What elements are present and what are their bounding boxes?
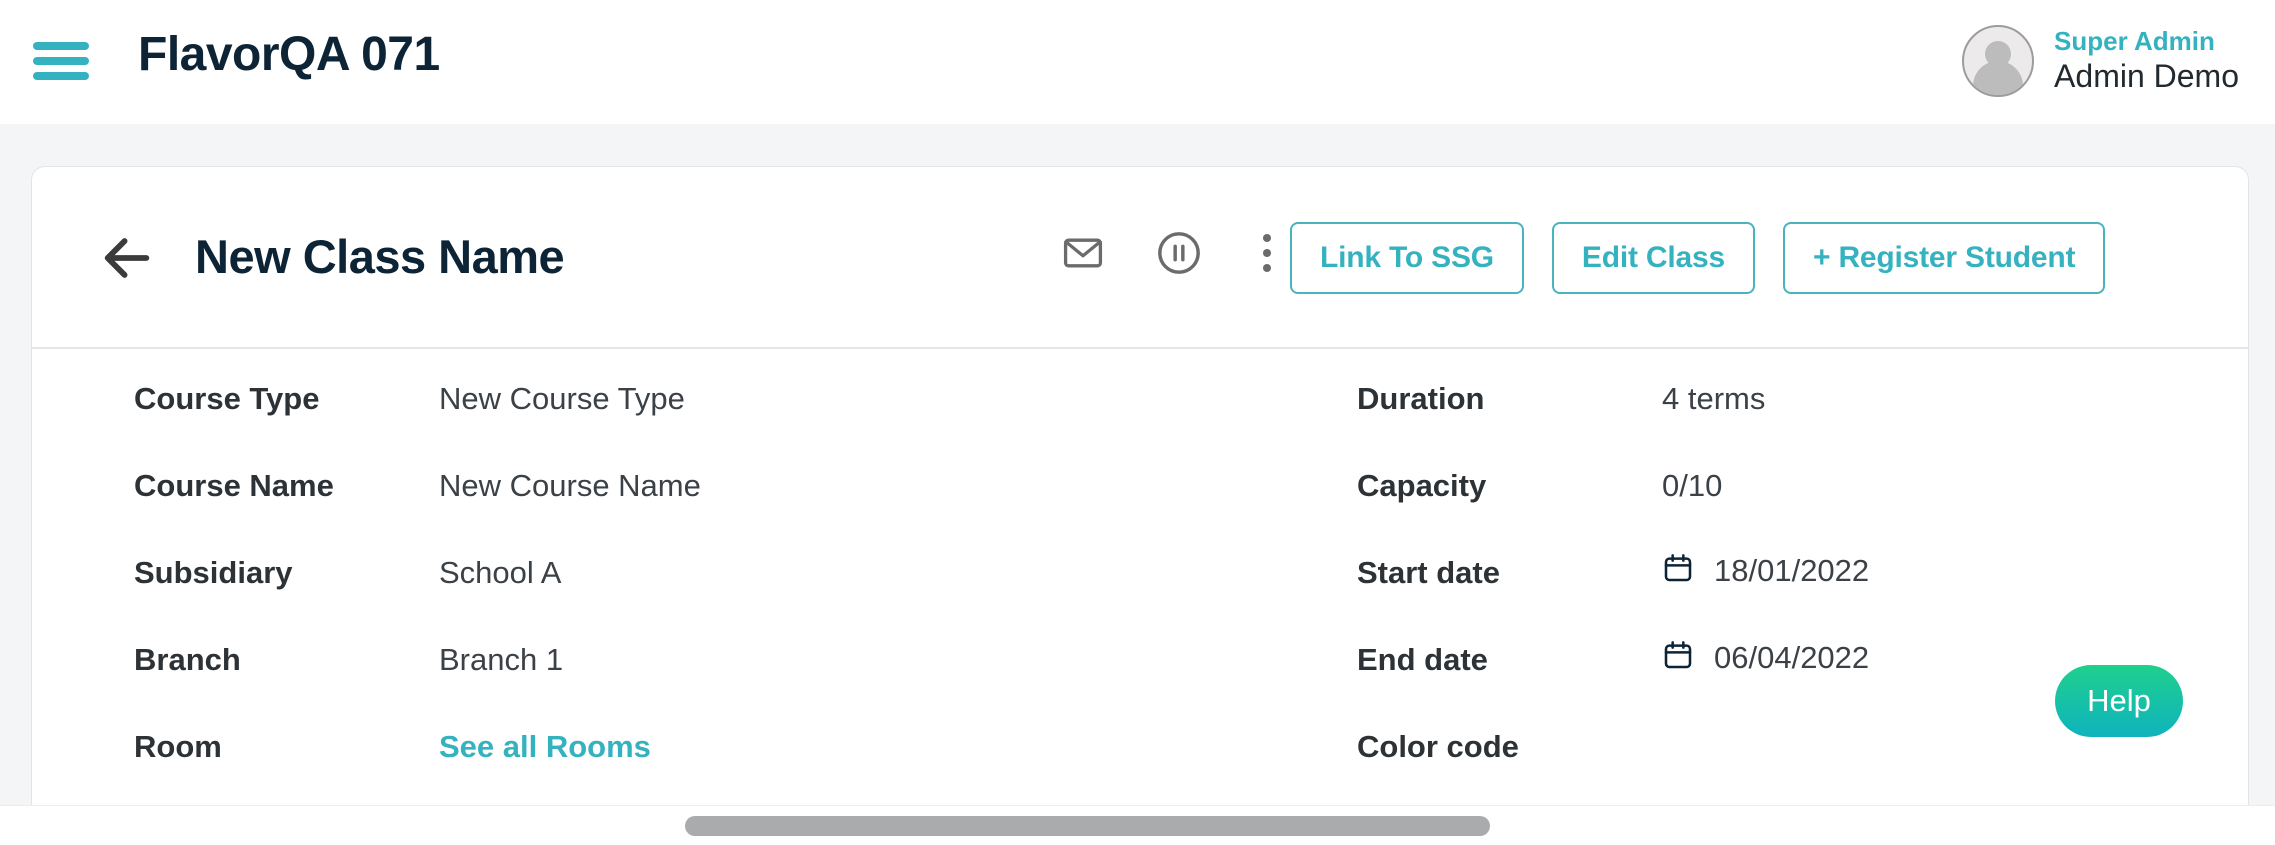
detail-value: 4 terms <box>1662 383 1765 414</box>
app-title: FlavorQA 071 <box>138 27 440 82</box>
link-to-ssg-button[interactable]: Link To SSG <box>1290 222 1524 294</box>
avatar-body <box>1973 61 2023 97</box>
detail-label: End date <box>1357 644 1662 675</box>
detail-value-group: 06/04/2022 <box>1662 638 1869 677</box>
detail-value: Branch 1 <box>439 644 563 675</box>
detail-label: Start date <box>1357 557 1662 588</box>
hamburger-bar-1 <box>33 42 89 50</box>
user-profile[interactable]: Super Admin Admin Demo <box>1962 25 2239 97</box>
see-all-rooms-link[interactable]: See all Rooms <box>439 731 651 762</box>
detail-label: Course Name <box>134 470 439 501</box>
calendar-icon <box>1662 551 1694 590</box>
detail-value: New Course Name <box>439 470 701 501</box>
horizontal-scrollbar-thumb[interactable] <box>685 816 1490 836</box>
card-icon-actions <box>1060 230 1282 276</box>
detail-column-right: Duration 4 terms Capacity 0/10 Start dat… <box>1357 383 2249 818</box>
top-app-bar: FlavorQA 071 Super Admin Admin Demo <box>0 0 2275 124</box>
help-button[interactable]: Help <box>2055 665 2183 737</box>
detail-row: Branch Branch 1 <box>134 644 1284 731</box>
detail-value: 06/04/2022 <box>1714 642 1869 673</box>
detail-label: Capacity <box>1357 470 1662 501</box>
detail-value-group: 18/01/2022 <box>1662 551 1869 590</box>
horizontal-scrollbar[interactable] <box>0 805 2275 845</box>
hamburger-bar-3 <box>33 72 89 80</box>
calendar-icon <box>1662 638 1694 677</box>
detail-value: 0/10 <box>1662 470 1722 501</box>
detail-row: Course Type New Course Type <box>134 383 1284 470</box>
detail-section: Course Type New Course Type Course Name … <box>32 349 2248 383</box>
mail-icon[interactable] <box>1060 230 1106 276</box>
hamburger-menu-icon[interactable] <box>33 38 89 84</box>
arrow-left-icon[interactable] <box>98 229 156 287</box>
detail-row: Duration 4 terms <box>1357 383 2249 470</box>
detail-value: 18/01/2022 <box>1714 555 1869 586</box>
detail-value: School A <box>439 557 561 588</box>
pause-circle-icon[interactable] <box>1156 230 1202 276</box>
detail-label: Color code <box>1357 731 1662 762</box>
user-text: Super Admin Admin Demo <box>2054 26 2239 97</box>
detail-row: Course Name New Course Name <box>134 470 1284 557</box>
detail-row: Capacity 0/10 <box>1357 470 2249 557</box>
more-vertical-icon[interactable] <box>1252 230 1282 276</box>
kebab-dot-1 <box>1263 234 1271 242</box>
edit-class-button[interactable]: Edit Class <box>1552 222 1755 294</box>
detail-label: Course Type <box>134 383 439 414</box>
detail-value: New Course Type <box>439 383 685 414</box>
user-avatar-icon <box>1962 25 2034 97</box>
user-role: Super Admin <box>2054 26 2239 58</box>
kebab-dot-3 <box>1263 264 1271 272</box>
detail-label: Branch <box>134 644 439 675</box>
detail-label: Duration <box>1357 383 1662 414</box>
app-screen: FlavorQA 071 Super Admin Admin Demo New … <box>0 0 2275 845</box>
detail-label: Subsidiary <box>134 557 439 588</box>
detail-row: Subsidiary School A <box>134 557 1284 644</box>
card-action-buttons: Link To SSG Edit Class + Register Studen… <box>1290 222 2105 294</box>
register-student-button[interactable]: + Register Student <box>1783 222 2105 294</box>
detail-label: Room <box>134 731 439 762</box>
detail-column-left: Course Type New Course Type Course Name … <box>134 383 1284 818</box>
kebab-dot-2 <box>1263 249 1271 257</box>
hamburger-bar-2 <box>33 57 89 65</box>
detail-row: Start date 18/01/2022 <box>1357 557 2249 644</box>
page-title: New Class Name <box>195 229 564 284</box>
user-name: Admin Demo <box>2054 57 2239 96</box>
